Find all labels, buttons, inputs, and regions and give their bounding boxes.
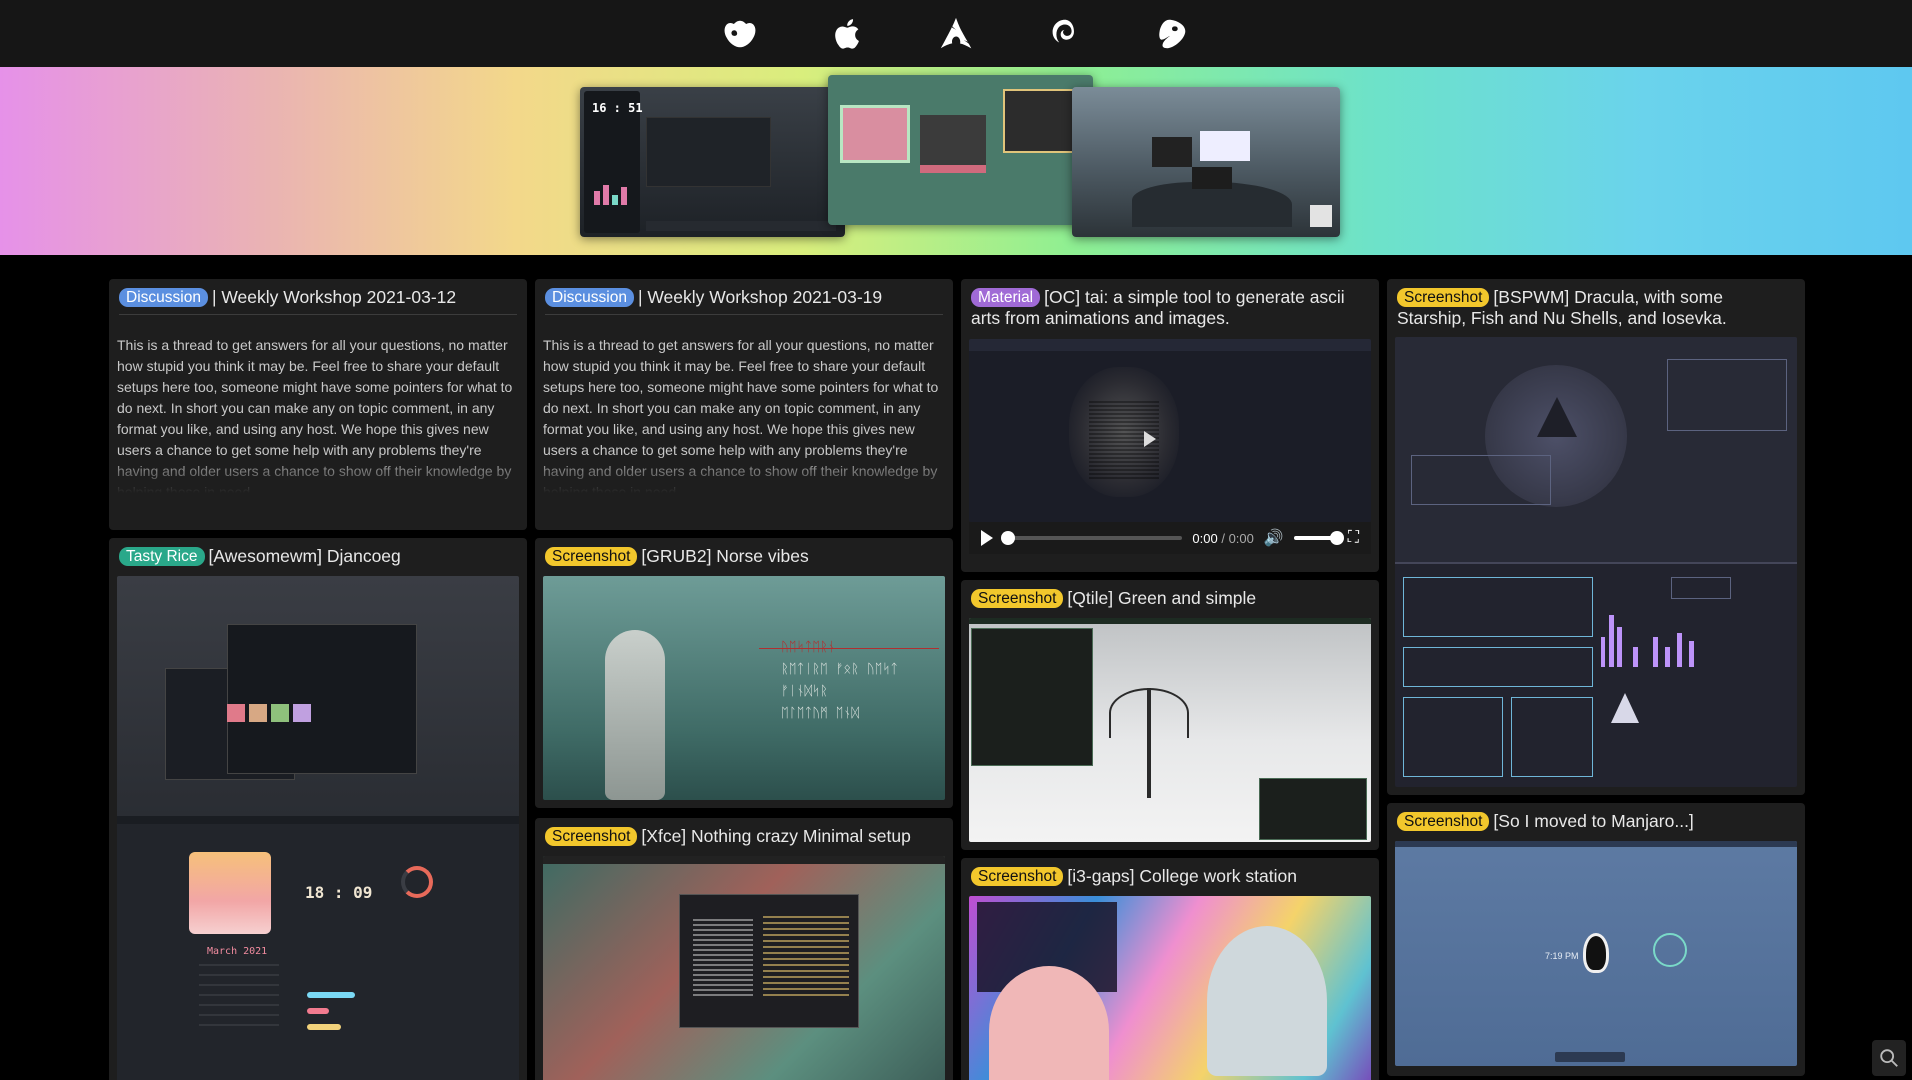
decorative-script xyxy=(409,936,427,1056)
post-card-xfce-minimal[interactable]: Screenshot [Xfce] Nothing crazy Minimal s… xyxy=(535,818,953,1080)
post-title[interactable]: Screenshot [Qtile] Green and simple xyxy=(961,580,1379,609)
hero-screenshot-green-desktop[interactable] xyxy=(828,75,1093,225)
calendar-month: March 2021 xyxy=(207,946,268,957)
post-body: This is a thread to get answers for all … xyxy=(109,315,527,493)
post-image[interactable]: ᚢᛖᛋᛏᛖᚱᚾ ᚱᛖᛏᛁᚱᛖ ᚠᛟᚱ ᚢᛖᛋᛏ ᚠᛁᚾᛞᛋᚱ ᛖᛚᛖᛏᚢᛗ ᛖᚾ… xyxy=(543,576,945,800)
tag-screenshot[interactable]: Screenshot xyxy=(1397,812,1490,831)
post-title-text: [i3-gaps] College work station xyxy=(1067,866,1297,886)
hero-screenshot-dark-desktop[interactable]: 16 : 51 xyxy=(580,87,845,237)
circle-widget xyxy=(1653,933,1687,967)
post-title-text: | Weekly Workshop 2021-03-19 xyxy=(637,287,883,307)
video-current-time: 0:00 xyxy=(1192,530,1218,546)
volume-icon[interactable]: 🔊 xyxy=(1264,528,1284,548)
post-title[interactable]: Material [OC] tai: a simple tool to gener… xyxy=(961,279,1379,329)
video-controls: 0:00 / 0:00 🔊 ⛶ xyxy=(969,522,1371,554)
post-card-weekly-workshop-0312[interactable]: Discussion | Weekly Workshop 2021-03-12 T… xyxy=(109,279,527,530)
top-nav xyxy=(0,0,1912,67)
post-card-i3-gaps-college[interactable]: Screenshot [i3-gaps] College work station xyxy=(961,858,1379,1080)
penguin-icon xyxy=(1583,933,1609,973)
tag-screenshot[interactable]: Screenshot xyxy=(545,547,638,566)
post-title[interactable]: Discussion | Weekly Workshop 2021-03-12 xyxy=(109,279,527,308)
video-player[interactable] xyxy=(969,339,1371,522)
tag-material[interactable]: Material xyxy=(971,288,1041,307)
video-time-separator: / xyxy=(1221,530,1225,546)
rune-menu-0[interactable]: ᚢᛖᛋᛏᛖᚱᚾ xyxy=(781,640,836,655)
post-title[interactable]: Screenshot [i3-gaps] College work station xyxy=(961,858,1379,887)
fedora-icon[interactable] xyxy=(720,14,760,54)
seek-bar[interactable] xyxy=(1001,531,1183,545)
post-image[interactable] xyxy=(969,618,1371,842)
post-title-text: [GRUB2] Norse vibes xyxy=(641,546,809,566)
seek-handle[interactable] xyxy=(1001,531,1015,545)
post-image[interactable]: 7:19 PM xyxy=(1395,841,1797,1066)
post-title[interactable]: Tasty Rice [Awesomewm] Djancoeg xyxy=(109,538,527,567)
character-right xyxy=(1207,926,1327,1076)
hero-screenshot-rocky-coast[interactable] xyxy=(1072,87,1340,237)
gentoo-icon[interactable] xyxy=(1152,14,1192,54)
desktop-clock: 7:19 PM xyxy=(1545,951,1579,961)
post-title[interactable]: Screenshot [So I moved to Manjaro...] xyxy=(1387,803,1805,832)
post-title-text: | Weekly Workshop 2021-03-12 xyxy=(211,287,457,307)
debian-icon[interactable] xyxy=(1044,14,1084,54)
rune-menu-3[interactable]: ᛖᛚᛖᛏᚢᛗ ᛖᚾᛞ xyxy=(781,706,859,721)
video-duration: 0:00 xyxy=(1228,530,1254,546)
tag-discussion[interactable]: Discussion xyxy=(545,288,634,307)
post-image[interactable] xyxy=(543,856,945,1080)
post-card-weekly-workshop-0319[interactable]: Discussion | Weekly Workshop 2021-03-19 T… xyxy=(535,279,953,530)
post-card-grub2-norse[interactable]: Screenshot [GRUB2] Norse vibes ᚢᛖᛋᛏᛖᚱᚾ ᚱᛖ… xyxy=(535,538,953,808)
post-title[interactable]: Screenshot [GRUB2] Norse vibes xyxy=(535,538,953,567)
post-title[interactable]: Screenshot [BSPWM] Dracula, with some Sta… xyxy=(1387,279,1805,329)
volume-handle[interactable] xyxy=(1329,531,1344,545)
post-title-text: [Xfce] Nothing crazy Minimal setup xyxy=(641,826,911,846)
search-icon xyxy=(1880,1049,1898,1067)
tag-screenshot[interactable]: Screenshot xyxy=(971,867,1064,886)
post-title-text: [Awesomewm] Djancoeg xyxy=(208,546,401,566)
post-card-tai-ascii[interactable]: Material [OC] tai: a simple tool to gener… xyxy=(961,279,1379,572)
post-card-bspwm-dracula[interactable]: Screenshot [BSPWM] Dracula, with some Sta… xyxy=(1387,279,1805,795)
search-button[interactable] xyxy=(1872,1040,1906,1076)
post-image[interactable] xyxy=(969,896,1371,1080)
hero-banner: 16 : 51 xyxy=(0,67,1912,255)
video-time: 0:00 / 0:00 xyxy=(1192,531,1254,546)
post-title[interactable]: Screenshot [Xfce] Nothing crazy Minimal s… xyxy=(535,818,953,847)
dock xyxy=(1555,1052,1625,1062)
text-fade xyxy=(109,453,527,493)
tag-screenshot[interactable]: Screenshot xyxy=(545,827,638,846)
post-title-text: [So I moved to Manjaro...] xyxy=(1493,811,1694,831)
arch-linux-icon[interactable] xyxy=(936,14,976,54)
arch-logo-graphic xyxy=(1537,397,1577,437)
post-image[interactable] xyxy=(1395,337,1797,787)
figure-silhouette xyxy=(605,630,665,800)
post-image[interactable]: 18 : 09 March 2021 xyxy=(117,576,519,1080)
play-icon[interactable] xyxy=(981,530,993,546)
rune-menu-2[interactable]: ᚠᛁᚾᛞᛋᚱ xyxy=(781,684,828,699)
avatar xyxy=(189,852,271,934)
play-overlay-icon[interactable] xyxy=(1144,431,1156,447)
post-title[interactable]: Discussion | Weekly Workshop 2021-03-19 xyxy=(535,279,953,308)
volume-slider[interactable] xyxy=(1293,531,1344,545)
post-body: This is a thread to get answers for all … xyxy=(535,315,953,493)
text-fade xyxy=(535,453,953,493)
post-card-awesomewm-djancoeg[interactable]: Tasty Rice [Awesomewm] Djancoeg 18 : 09 M… xyxy=(109,538,527,1080)
post-title-text: [Qtile] Green and simple xyxy=(1067,588,1257,608)
tag-tasty-rice[interactable]: Tasty Rice xyxy=(119,547,205,566)
tag-screenshot[interactable]: Screenshot xyxy=(971,589,1064,608)
tag-screenshot[interactable]: Screenshot xyxy=(1397,288,1490,307)
hero-clock: 16 : 51 xyxy=(592,101,643,115)
post-card-moved-to-manjaro[interactable]: Screenshot [So I moved to Manjaro...] 7:1… xyxy=(1387,803,1805,1076)
rune-menu-1[interactable]: ᚱᛖᛏᛁᚱᛖ ᚠᛟᚱ ᚢᛖᛋᛏ xyxy=(781,662,898,677)
post-card-qtile-green[interactable]: Screenshot [Qtile] Green and simple xyxy=(961,580,1379,850)
fullscreen-icon[interactable]: ⛶ xyxy=(1348,529,1359,547)
apple-icon[interactable] xyxy=(828,14,868,54)
tag-discussion[interactable]: Discussion xyxy=(119,288,208,307)
progress-ring xyxy=(401,866,433,898)
desktop-clock: 18 : 09 xyxy=(305,883,373,902)
